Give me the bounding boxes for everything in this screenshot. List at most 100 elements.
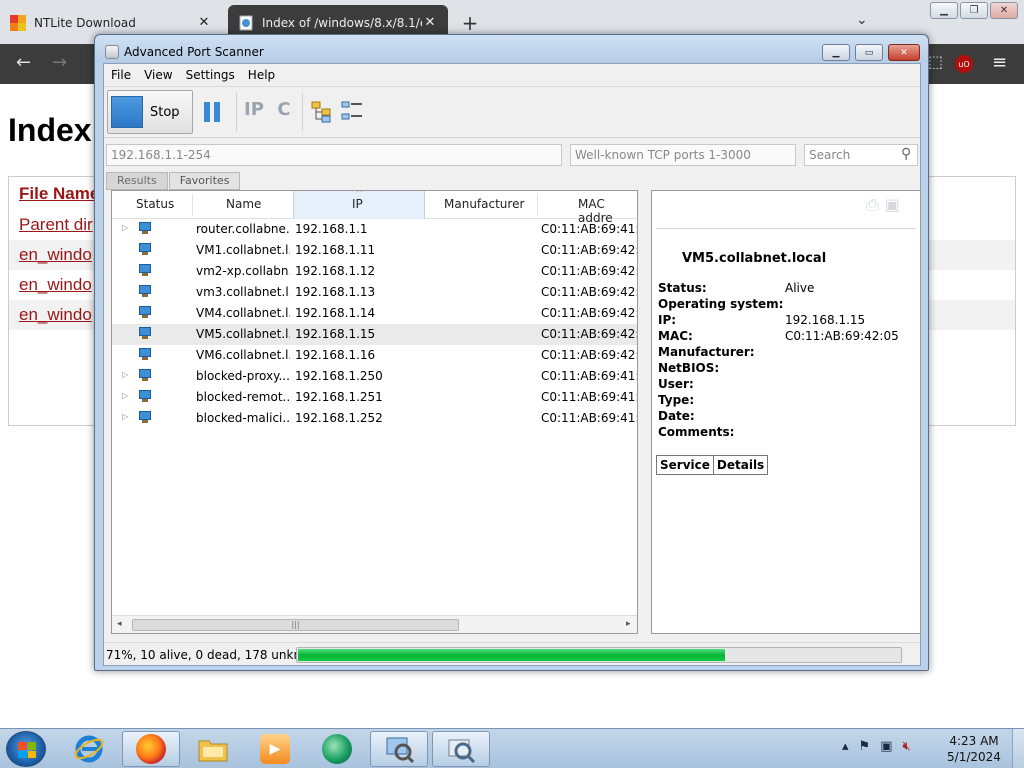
- column-ip[interactable]: IP: [352, 197, 363, 211]
- table-row[interactable]: ▷ router.collabne... 192.168.1.1 C0:11:AB:6…: [112, 219, 637, 240]
- table-row[interactable]: VM5.collabnet.l... 192.168.1.15 C0:11:AB:6…: [112, 324, 637, 345]
- table-row[interactable]: VM6.collabnet.l... 192.168.1.16 C0:11:AB:6…: [112, 345, 637, 366]
- minimize-button[interactable]: ▁: [822, 44, 850, 61]
- detail-field-value: Alive: [785, 281, 815, 295]
- collapse-all-icon[interactable]: [340, 99, 364, 125]
- expand-arrow-icon[interactable]: ▷: [122, 370, 128, 379]
- detail-hostname: VM5.collabnet.local: [682, 251, 827, 266]
- ip-icon[interactable]: IP: [242, 99, 266, 125]
- window-titlebar[interactable]: Advanced Port Scanner ▁ ▭ ✕: [95, 35, 928, 63]
- app-icon: [105, 45, 119, 59]
- system-clock[interactable]: 4:23 AM 5/1/2024: [946, 733, 1002, 765]
- browser-window-controls: ▁ ❐ ✕: [930, 2, 1018, 19]
- tab-results[interactable]: Results: [106, 172, 168, 190]
- toolbar-separator: [302, 93, 303, 131]
- table-row[interactable]: VM4.collabnet.l... 192.168.1.14 C0:11:AB:6…: [112, 303, 637, 324]
- detail-fields: Status: Alive Operating system: IP: 192.168.…: [658, 281, 918, 441]
- scroll-right-icon[interactable]: ▸: [626, 619, 631, 629]
- advanced-port-scanner-taskbar-icon[interactable]: [432, 731, 490, 767]
- column-manufacturer[interactable]: Manufacturer: [444, 197, 524, 211]
- table-row[interactable]: VM1.collabnet.l... 192.168.1.11 C0:11:AB:6…: [112, 240, 637, 261]
- row-ip: 192.168.1.252: [295, 411, 383, 425]
- close-icon[interactable]: ✕: [196, 15, 212, 30]
- extension-icon[interactable]: ⬚: [928, 52, 943, 71]
- volume-muted-icon[interactable]: 🔇︎: [902, 739, 910, 754]
- advanced-ip-scanner-taskbar-icon[interactable]: [370, 731, 428, 767]
- scrollbar-thumb[interactable]: |||: [132, 619, 459, 631]
- menu-settings[interactable]: Settings: [186, 68, 241, 82]
- close-icon[interactable]: ✕: [422, 15, 438, 30]
- ports-input[interactable]: Well-known TCP ports 1-3000: [570, 144, 796, 166]
- search-icon[interactable]: ⚲: [901, 146, 911, 162]
- table-row[interactable]: ▷ blocked-proxy.... 192.168.1.250 C0:11:AB:…: [112, 366, 637, 387]
- detail-field-label: Type:: [658, 393, 695, 407]
- app-globe-taskbar-icon[interactable]: [308, 731, 366, 767]
- minimize-button[interactable]: ▁: [930, 2, 958, 19]
- expand-arrow-icon[interactable]: ▷: [122, 391, 128, 400]
- ntlite-favicon-icon: [10, 14, 26, 31]
- c-class-icon[interactable]: C: [272, 99, 296, 125]
- row-mac: C0:11:AB:69:41:03: [541, 369, 637, 383]
- table-row[interactable]: vm2-xp.collabn... 192.168.1.12 C0:11:AB:69…: [112, 261, 637, 282]
- results-header: Status Name IP ^ Manufacturer MAC addre: [112, 191, 637, 225]
- back-icon[interactable]: ←: [16, 52, 31, 73]
- close-button[interactable]: ✕: [888, 44, 920, 61]
- detail-field-label: Operating system:: [658, 297, 784, 311]
- maximize-button[interactable]: ❐: [960, 2, 988, 19]
- table-row[interactable]: ▷ blocked-remot... 192.168.1.251 C0:11:AB:6…: [112, 387, 637, 408]
- row-ip: 192.168.1.11: [295, 243, 376, 257]
- expand-arrow-icon[interactable]: ▷: [122, 223, 128, 232]
- row-name: vm2-xp.collabn...: [196, 264, 290, 278]
- menu-view[interactable]: View: [144, 68, 178, 82]
- row-name: vm3.collabnet.l...: [196, 285, 290, 299]
- horizontal-scrollbar[interactable]: ◂ ||| ▸: [112, 615, 637, 633]
- maximize-button[interactable]: ▭: [855, 44, 883, 61]
- page-favicon-icon: [238, 15, 254, 31]
- tab-service[interactable]: Service: [657, 456, 713, 474]
- internet-explorer-taskbar-icon[interactable]: [60, 731, 118, 767]
- tab-details[interactable]: Details: [712, 456, 767, 474]
- column-status[interactable]: Status: [136, 197, 174, 211]
- row-mac: C0:11:AB:69:41:03: [541, 411, 637, 425]
- firefox-taskbar-icon[interactable]: [122, 731, 180, 767]
- scan-progress-bar: [296, 647, 902, 663]
- tab-list-chevron-icon[interactable]: ⌄: [856, 12, 868, 28]
- menu-file[interactable]: File: [111, 68, 137, 82]
- column-separator: [537, 194, 538, 216]
- window-title: Advanced Port Scanner: [124, 45, 264, 59]
- action-center-flag-icon[interactable]: ⚑: [859, 739, 871, 754]
- results-list: Status Name IP ^ Manufacturer MAC addre …: [111, 190, 638, 634]
- detail-field-value: 192.168.1.15: [785, 313, 866, 327]
- network-icon[interactable]: ▣: [880, 739, 892, 754]
- forward-icon[interactable]: →: [52, 52, 67, 73]
- column-name[interactable]: Name: [226, 197, 261, 211]
- file-explorer-taskbar-icon[interactable]: [184, 731, 242, 767]
- system-tray: ▴ ⚑ ▣ 🔇︎: [842, 739, 911, 754]
- ip-range-input[interactable]: 192.168.1.1-254: [106, 144, 562, 166]
- start-button[interactable]: [6, 731, 46, 767]
- row-name: VM4.collabnet.l...: [196, 306, 290, 320]
- pause-icon[interactable]: [204, 102, 222, 122]
- computer-alive-icon: [138, 243, 152, 256]
- detail-field: NetBIOS:: [658, 361, 918, 377]
- detail-field: Date:: [658, 409, 918, 425]
- scroll-left-icon[interactable]: ◂: [117, 619, 122, 629]
- stop-button[interactable]: Stop: [107, 90, 193, 134]
- close-button[interactable]: ✕: [990, 2, 1018, 19]
- tab-favorites[interactable]: Favorites: [168, 172, 241, 190]
- expand-arrow-icon[interactable]: ▷: [122, 412, 128, 421]
- row-ip: 192.168.1.12: [295, 264, 376, 278]
- menu-icon[interactable]: ≡: [992, 52, 1007, 73]
- print-save-icons[interactable]: ⎙▣: [866, 195, 906, 215]
- media-player-taskbar-icon[interactable]: ▶: [246, 731, 304, 767]
- expand-all-icon[interactable]: [310, 99, 334, 125]
- ublock-icon[interactable]: uO: [955, 55, 973, 73]
- table-row[interactable]: ▷ blocked-malici... 192.168.1.252 C0:11:AB:…: [112, 408, 637, 429]
- detail-field: Manufacturer:: [658, 345, 918, 361]
- menu-help[interactable]: Help: [248, 68, 281, 82]
- table-row[interactable]: vm3.collabnet.l... 192.168.1.13 C0:11:AB:6…: [112, 282, 637, 303]
- new-tab-button[interactable]: +: [460, 11, 480, 35]
- show-desktop-button[interactable]: [1012, 729, 1024, 768]
- stop-label: Stop: [150, 104, 180, 120]
- show-hidden-icons-icon[interactable]: ▴: [842, 739, 849, 754]
